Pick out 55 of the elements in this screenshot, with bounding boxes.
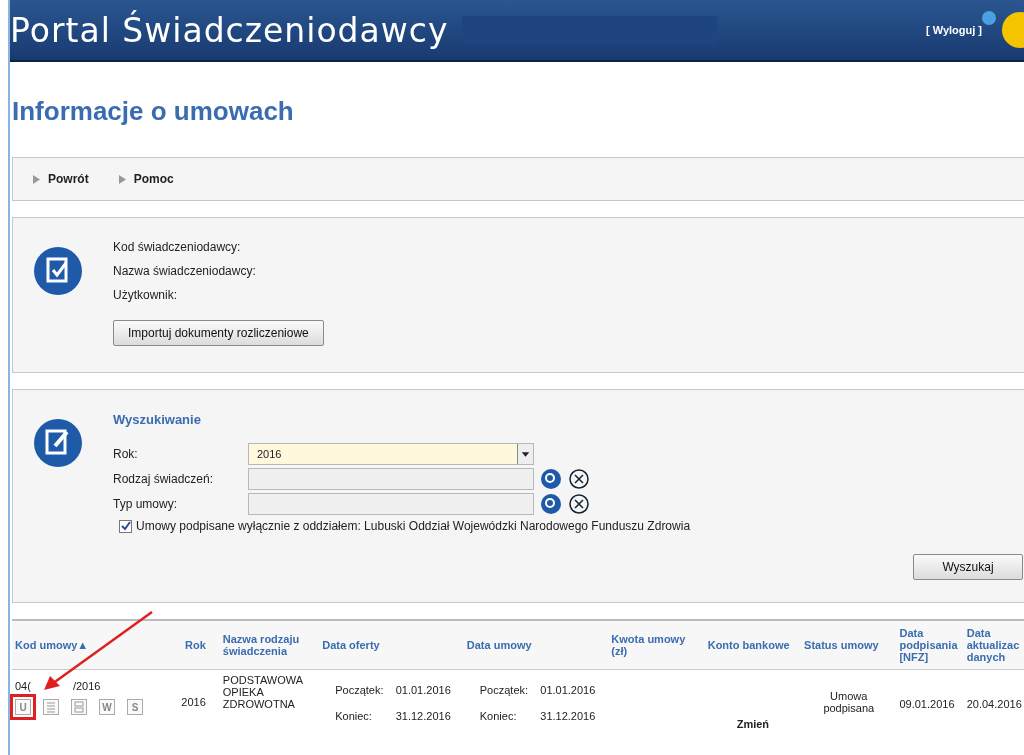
page-title: Informacje o umowach: [12, 96, 294, 127]
logout-link[interactable]: [ Wyloguj ]: [926, 24, 982, 36]
change-link[interactable]: Zmień: [736, 718, 770, 730]
search-title: Wyszukiwanie: [113, 412, 202, 427]
letter-icon-button[interactable]: U: [15, 699, 31, 715]
triangle-icon: [33, 174, 40, 184]
date-label: Koniec:: [335, 710, 373, 722]
checkbox[interactable]: [119, 519, 132, 533]
portal-title: Portal Świadczeniodawcy: [10, 10, 449, 50]
table-cell: 20.04.2016: [966, 698, 1022, 710]
input-field[interactable]: [248, 468, 534, 490]
column-header: Rok: [175, 620, 220, 670]
letter-icon-button[interactable]: W: [99, 699, 115, 715]
nav-link[interactable]: Pomoc: [118, 172, 174, 186]
year-select[interactable]: 2016: [248, 443, 534, 465]
field-label: Użytkownik:: [113, 288, 178, 302]
field-label: Rok:: [113, 447, 139, 461]
column-header: Data umowy: [463, 620, 609, 670]
date-value: 01.01.2016: [539, 684, 597, 696]
nav-link[interactable]: Powrót: [33, 172, 89, 186]
triangle-icon: [118, 174, 126, 184]
contract-code: /2016: [72, 680, 101, 692]
table-cell: 2016: [181, 696, 206, 708]
date-value: 31.12.2016: [395, 710, 452, 722]
table-cell: PODSTAWOWA OPIEKA ZDROWOTNA: [222, 674, 303, 710]
column-header: Kwota umowy (zł): [608, 620, 705, 670]
field-label: Kod świadczeniodawcy:: [113, 240, 242, 254]
date-label: Koniec:: [479, 710, 518, 722]
search-icon[interactable]: [540, 468, 562, 490]
date-label: Początek:: [479, 684, 530, 696]
column-header: Data aktualizac danych: [963, 620, 1024, 670]
import-button[interactable]: Importuj dokumenty rozliczeniowe: [113, 320, 324, 346]
column-header: Status umowy: [801, 620, 897, 670]
table-cell: 09.01.2016: [899, 698, 955, 710]
date-label: Początek:: [335, 684, 385, 696]
clear-icon[interactable]: [568, 493, 590, 515]
input-field[interactable]: [248, 493, 534, 515]
date-value: 01.01.2016: [395, 684, 452, 696]
column-header: Konto bankowe: [704, 620, 802, 670]
contract-code: 04(: [15, 680, 31, 692]
date-value: 31.12.2016: [539, 710, 597, 722]
column-header: Data podpisania [NFZ]: [896, 620, 964, 670]
column-header: Nazwa rodzaju świadczenia: [219, 620, 320, 670]
search-icon[interactable]: [540, 493, 562, 515]
table-cell-text: Umowa podpisana: [822, 690, 876, 714]
column-header: Data oferty: [319, 620, 464, 670]
column-header[interactable]: Kod umowy▲: [12, 620, 176, 670]
checkbox-label: Umowy podpisane wyłącznie z oddziałem: Lubuski Oddział Wojewódzki Narodowego Funduszu Zdrowia: [136, 519, 691, 533]
letter-icon-button[interactable]: S: [127, 699, 143, 715]
clear-icon[interactable]: [568, 468, 590, 490]
field-label: Rodzaj świadczeń:: [113, 472, 215, 486]
field-label: Nazwa świadczeniodawcy:: [113, 264, 257, 278]
field-label: Typ umowy:: [113, 497, 179, 511]
dropdown-icon[interactable]: [517, 444, 533, 464]
search-button[interactable]: Wyszukaj: [913, 554, 1023, 580]
